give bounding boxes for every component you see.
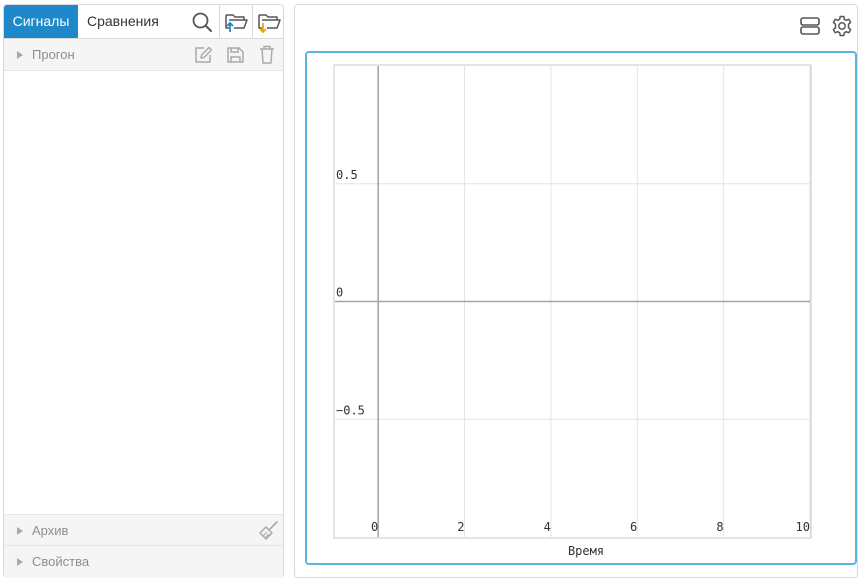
tab-signals[interactable]: Сигналы	[4, 5, 78, 38]
run-section-label: Прогон	[32, 47, 75, 62]
save-icon[interactable]	[225, 45, 246, 65]
archive-section-header[interactable]: Архив	[4, 514, 283, 546]
properties-section-header[interactable]: Свойства	[4, 546, 283, 578]
x-axis-label: Время	[568, 544, 604, 558]
edit-icon[interactable]	[193, 45, 214, 65]
signal-chart[interactable]: 0 2 4 6 8 10 0.5 0 −0.5 Время	[307, 53, 855, 563]
tab-comparisons[interactable]: Сравнения	[78, 5, 187, 38]
layout-rows-icon[interactable]	[799, 15, 821, 37]
folder-download-icon[interactable]	[257, 11, 281, 33]
y-tick-label: 0.5	[336, 168, 358, 182]
folder-upload-icon[interactable]	[224, 11, 248, 33]
y-tick-label: −0.5	[336, 403, 365, 417]
chart-frame[interactable]: 0 2 4 6 8 10 0.5 0 −0.5 Время	[305, 51, 857, 565]
search-icon[interactable]	[191, 11, 213, 33]
expand-triangle-icon[interactable]	[17, 51, 23, 59]
archive-section-label: Архив	[32, 523, 69, 538]
trash-icon[interactable]	[257, 44, 277, 65]
y-tick-label: 0	[336, 286, 343, 300]
run-section-header[interactable]: Прогон	[4, 39, 283, 71]
x-tick-label: 2	[457, 520, 464, 534]
gear-icon[interactable]	[830, 14, 854, 38]
left-panel: Сигналы Сравнения Прогон Архив Свойства	[3, 4, 284, 578]
x-tick-label: 0	[371, 520, 378, 534]
expand-triangle-icon[interactable]	[17, 558, 23, 566]
expand-triangle-icon[interactable]	[17, 527, 23, 535]
broom-icon[interactable]	[257, 520, 279, 542]
x-tick-label: 6	[630, 520, 637, 534]
properties-section-label: Свойства	[32, 554, 90, 569]
x-tick-label: 10	[796, 520, 810, 534]
tab-bar: Сигналы Сравнения	[4, 5, 283, 39]
x-tick-label: 4	[544, 520, 551, 534]
x-tick-label: 8	[716, 520, 723, 534]
right-panel: 0 2 4 6 8 10 0.5 0 −0.5 Время	[294, 4, 858, 578]
